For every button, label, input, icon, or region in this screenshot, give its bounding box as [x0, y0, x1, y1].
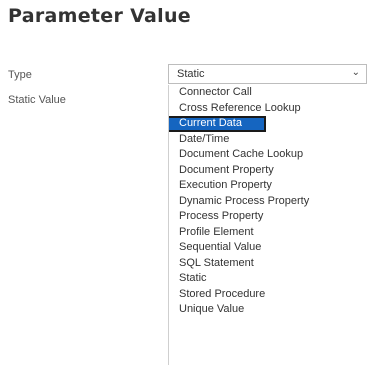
page-title: Parameter Value — [8, 5, 191, 27]
dropdown-option-sql-statement[interactable]: SQL Statement — [169, 256, 367, 272]
type-dropdown-list[interactable]: Connector Call Cross Reference Lookup Cu… — [168, 85, 367, 365]
static-value-label: Static Value — [8, 94, 66, 106]
dropdown-option-connector-call[interactable]: Connector Call — [169, 85, 367, 101]
dropdown-option-unique-value[interactable]: Unique Value — [169, 302, 367, 318]
dropdown-option-document-cache-lookup[interactable]: Document Cache Lookup — [169, 147, 367, 163]
dropdown-option-cross-reference-lookup[interactable]: Cross Reference Lookup — [169, 101, 367, 117]
dropdown-option-static[interactable]: Static — [169, 271, 367, 287]
dropdown-option-dynamic-process-property[interactable]: Dynamic Process Property — [169, 194, 367, 210]
dropdown-option-process-property[interactable]: Process Property — [169, 209, 367, 225]
dropdown-option-document-property[interactable]: Document Property — [169, 163, 367, 179]
dropdown-option-execution-property[interactable]: Execution Property — [169, 178, 367, 194]
chevron-down-icon[interactable]: ⌄ — [352, 67, 360, 78]
dropdown-option-sequential-value[interactable]: Sequential Value — [169, 240, 367, 256]
type-select[interactable]: Static ⌄ — [168, 64, 367, 84]
dropdown-option-date-time[interactable]: Date/Time — [169, 132, 367, 148]
type-select-value: Static — [177, 68, 205, 80]
parameter-value-panel: Parameter Value Type Static Value Static… — [0, 0, 375, 365]
type-label: Type — [8, 69, 32, 81]
dropdown-option-stored-procedure[interactable]: Stored Procedure — [169, 287, 367, 303]
dropdown-option-profile-element[interactable]: Profile Element — [169, 225, 367, 241]
dropdown-option-current-data[interactable]: Current Data — [169, 116, 266, 132]
